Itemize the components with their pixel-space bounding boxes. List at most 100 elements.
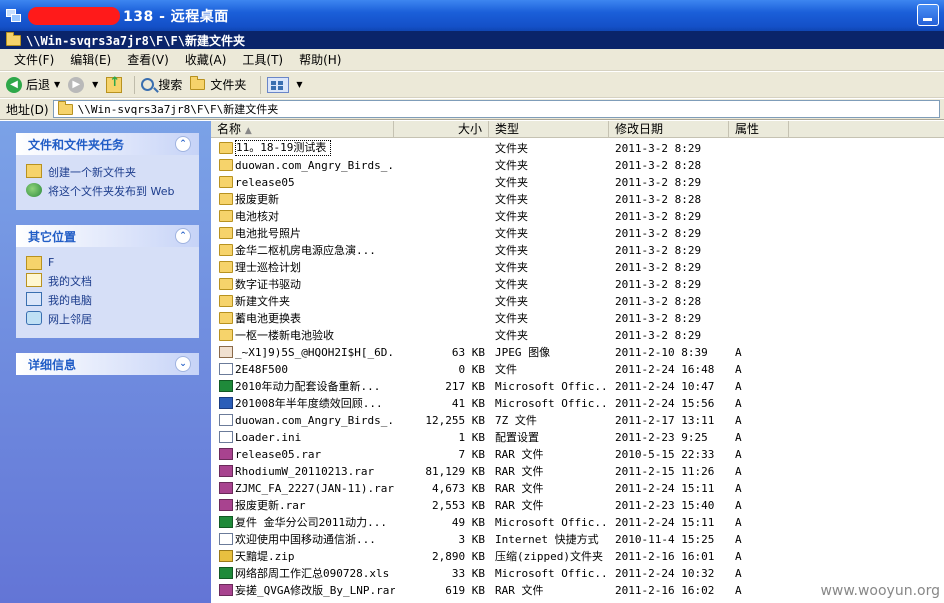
folder-icon	[219, 295, 233, 307]
dropdown-arrow-icon[interactable]: ▼	[92, 80, 98, 89]
menu-help[interactable]: 帮助(H)	[291, 51, 349, 68]
file-size: 2,553 KB	[432, 499, 485, 512]
task-pane: 文件和文件夹任务 ⌃ 创建一个新文件夹 将这个文件夹发布到 Web 其它位置 ⌃…	[0, 121, 211, 603]
file-type: RAR 文件	[495, 448, 544, 461]
file-row[interactable]: 蓄电池更换表 文件夹 2011-3-2 8:29	[211, 310, 944, 327]
file-attr: A	[735, 482, 742, 495]
remote-desktop-title-bar: 138 - 远程桌面	[0, 0, 944, 31]
file-size: 41 KB	[451, 397, 485, 410]
collapse-icon[interactable]: ⌃	[175, 136, 191, 152]
file-row[interactable]: ZJMC_FA_2227(JAN-11).rar 4,673 KB RAR 文件 20…	[211, 480, 944, 497]
file-type: JPEG 图像	[495, 346, 551, 359]
file-attr: A	[735, 499, 742, 512]
back-button[interactable]: ◀ 后退 ▼	[6, 76, 60, 93]
expand-icon[interactable]: ⌄	[175, 356, 191, 372]
file-row[interactable]: 电池核对 文件夹 2011-3-2 8:29	[211, 208, 944, 225]
file-size: 2,890 KB	[432, 550, 485, 563]
redacted-host	[28, 6, 120, 25]
file-row[interactable]: 数字证书驱动 文件夹 2011-3-2 8:29	[211, 276, 944, 293]
address-input[interactable]: \\Win-svqrs3a7jr8\F\F\新建文件夹	[52, 100, 940, 118]
place-my-computer-link[interactable]: 我的电脑	[26, 292, 191, 308]
place-network-link[interactable]: 网上邻居	[26, 311, 191, 327]
file-row[interactable]: 201008年半年度绩效回顾... 41 KB Microsoft Offic...…	[211, 395, 944, 412]
file-size: 49 KB	[451, 516, 485, 529]
file-row[interactable]: Loader.ini 1 KB 配置设置 2011-2-23 9:25 A	[211, 429, 944, 446]
file-name: release05	[235, 176, 295, 189]
other-places-header[interactable]: 其它位置 ⌃	[16, 225, 199, 247]
folder-up-icon[interactable]	[106, 75, 123, 93]
file-date: 2011-3-2 8:28	[615, 295, 702, 308]
dropdown-arrow-icon[interactable]: ▼	[296, 80, 302, 89]
column-type[interactable]: 类型	[489, 121, 609, 138]
file-row[interactable]: 报废更新.rar 2,553 KB RAR 文件 2011-2-23 15:40 A	[211, 497, 944, 514]
file-row[interactable]: RhodiumW_20110213.rar 81,129 KB RAR 文件 2011…	[211, 463, 944, 480]
menu-edit[interactable]: 编辑(E)	[62, 51, 119, 68]
file-name: 报废更新	[235, 193, 279, 206]
file-row[interactable]: _~X1]9)5S_@HQOH2I$H[_6D... 63 KB JPEG 图像 20…	[211, 344, 944, 361]
file-date: 2011-2-23 9:25	[615, 431, 708, 444]
forward-button[interactable]: ▶ ▼	[68, 76, 98, 93]
file-size: 7 KB	[458, 448, 486, 461]
details-title: 详细信息	[28, 357, 77, 372]
file-type: 文件夹	[495, 278, 528, 291]
place-f-link[interactable]: F	[26, 256, 191, 270]
place-my-documents-link[interactable]: 我的文档	[26, 273, 191, 289]
file-row[interactable]: 电池批号照片 文件夹 2011-3-2 8:29	[211, 225, 944, 242]
computer-icon	[26, 292, 42, 306]
folders-button[interactable]: 文件夹	[190, 76, 246, 93]
details-header[interactable]: 详细信息 ⌄	[16, 353, 199, 375]
file-row[interactable]: 一枢一楼新电池验收 文件夹 2011-3-2 8:29	[211, 327, 944, 344]
folder-icon	[190, 76, 206, 90]
file-attr: A	[735, 584, 742, 597]
file-size: 4,673 KB	[432, 482, 485, 495]
file-row[interactable]: release05 文件夹 2011-3-2 8:29	[211, 174, 944, 191]
file-row[interactable]: 2010年动力配套设备重新... 217 KB Microsoft Offic...…	[211, 378, 944, 395]
file-tasks-panel: 文件和文件夹任务 ⌃ 创建一个新文件夹 将这个文件夹发布到 Web	[16, 133, 199, 210]
views-button[interactable]: ▼	[267, 76, 303, 93]
collapse-icon[interactable]: ⌃	[175, 228, 191, 244]
file-date: 2011-3-2 8:29	[615, 142, 702, 155]
file-name: duowan.com_Angry_Birds_...	[235, 414, 395, 427]
search-button[interactable]: 搜索	[141, 76, 182, 93]
column-attr[interactable]: 属性	[729, 121, 789, 138]
menu-favorites[interactable]: 收藏(A)	[177, 51, 235, 68]
file-row[interactable]: release05.rar 7 KB RAR 文件 2010-5-15 22:33 A	[211, 446, 944, 463]
file-row[interactable]: 新建文件夹 文件夹 2011-3-2 8:28	[211, 293, 944, 310]
file-row[interactable]: 网络部周工作汇总090728.xls 33 KB Microsoft Offic..…	[211, 565, 944, 582]
file-row[interactable]: 复件 金华分公司2011动力... 49 KB Microsoft Offic...…	[211, 514, 944, 531]
rar-icon	[219, 499, 233, 511]
back-label: 后退	[26, 78, 51, 92]
column-size[interactable]: 大小	[394, 121, 489, 138]
toolbar-separator	[260, 75, 262, 94]
file-row[interactable]: 天黯堤.zip 2,890 KB 压缩(zipped)文件夹 2011-2-16 16…	[211, 548, 944, 565]
menu-view[interactable]: 查看(V)	[119, 51, 177, 68]
menu-file[interactable]: 文件(F)	[6, 51, 62, 68]
file-row[interactable]: 2E48F500 0 KB 文件 2011-2-24 16:48 A	[211, 361, 944, 378]
column-date[interactable]: 修改日期	[609, 121, 729, 138]
create-folder-link[interactable]: 创建一个新文件夹	[26, 164, 191, 180]
file-row[interactable]: duowan.com_Angry_Birds_... 12,255 KB 7Z 文件…	[211, 412, 944, 429]
minimize-button[interactable]	[917, 4, 939, 26]
address-bar: 地址(D) \\Win-svqrs3a7jr8\F\F\新建文件夹	[0, 99, 944, 120]
dropdown-arrow-icon[interactable]: ▼	[54, 80, 60, 89]
file-row[interactable]: 理士巡检计划 文件夹 2011-3-2 8:29	[211, 259, 944, 276]
folder-icon	[219, 312, 233, 324]
file-size: 63 KB	[451, 346, 485, 359]
file-type: 文件夹	[495, 295, 528, 308]
file-name: RhodiumW_20110213.rar	[235, 465, 375, 478]
file-row[interactable]: 金华二枢机房电源应急演... 文件夹 2011-3-2 8:29	[211, 242, 944, 259]
file-name: 蓄电池更换表	[235, 312, 301, 325]
file-row[interactable]: 11。18-19测试表 文件夹 2011-3-2 8:29	[211, 140, 944, 157]
folders-label: 文件夹	[210, 78, 247, 92]
file-type: 文件夹	[495, 244, 528, 257]
file-date: 2011-3-2 8:28	[615, 193, 702, 206]
file-row[interactable]: 报废更新 文件夹 2011-3-2 8:28	[211, 191, 944, 208]
file-type: 文件	[495, 363, 517, 376]
file-tasks-header[interactable]: 文件和文件夹任务 ⌃	[16, 133, 199, 155]
menu-tools[interactable]: 工具(T)	[234, 51, 291, 68]
publish-web-link[interactable]: 将这个文件夹发布到 Web	[26, 183, 191, 199]
file-row[interactable]: 欢迎使用中国移动通信浙... 3 KB Internet 快捷方式 2010-11-4…	[211, 531, 944, 548]
file-name: 妄搓_QVGA修改版_By_LNP.rar	[235, 584, 395, 597]
column-name[interactable]: 名称 ▲	[211, 121, 394, 138]
file-row[interactable]: duowan.com_Angry_Birds_... 文件夹 2011-3-2 8:…	[211, 157, 944, 174]
